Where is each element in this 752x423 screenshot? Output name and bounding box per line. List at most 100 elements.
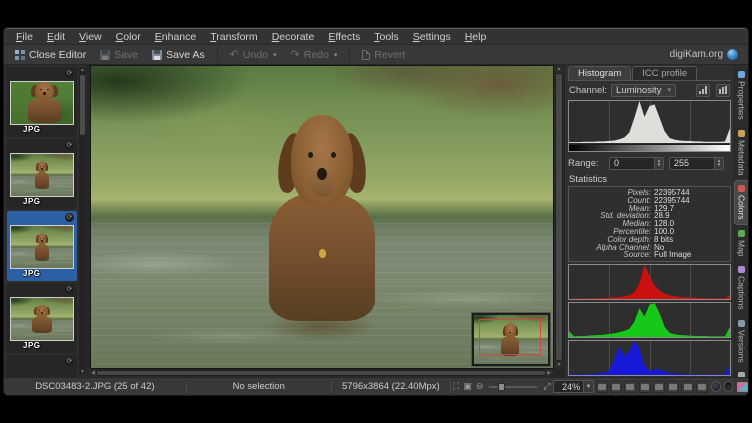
thumbnail-item-4[interactable]: ⟳ JPG [7, 283, 77, 353]
save-as-icon [152, 50, 162, 60]
save-as-label: Save As [166, 49, 205, 61]
preview-mode-button-5[interactable] [653, 381, 665, 393]
fit-to-window-icon[interactable]: ⛶ [453, 381, 459, 392]
preview-mode-button-8[interactable] [696, 381, 708, 393]
spinner-arrows-icon[interactable]: ▲▼ [714, 158, 723, 169]
tab-properties[interactable]: Properties [735, 67, 748, 124]
vertical-scrollbar[interactable]: ▲ ▼ [554, 65, 564, 369]
preview-mode-button-7[interactable] [681, 381, 693, 393]
zoom-slider[interactable] [489, 386, 537, 388]
digikam-editor-window: File Edit View Color Enhance Transform D… [4, 28, 748, 395]
channel-value: Luminosity [616, 85, 661, 96]
red-channel-histogram [568, 264, 731, 300]
thumbnail-item-3-selected[interactable]: ⟳ JPG [7, 211, 77, 281]
preview-mode-button-4[interactable] [639, 381, 651, 393]
tab-metadata[interactable]: Metadata [735, 126, 748, 179]
undo-dropdown-icon[interactable]: ▾ [273, 51, 277, 59]
tab-histogram[interactable]: Histogram [568, 66, 631, 80]
visible-region-rectangle[interactable] [479, 319, 541, 355]
redo-button[interactable]: ↷ Redo ▾ [286, 48, 343, 62]
menu-settings[interactable]: Settings [407, 30, 457, 44]
digikam-brand: digiKam.org [670, 49, 742, 60]
thumbnail-scrollbar[interactable]: ▲ ▼ [79, 67, 86, 375]
menu-tools[interactable]: Tools [368, 30, 405, 44]
horizontal-scrollbar[interactable]: ◀ ▶ [88, 369, 554, 377]
save-icon [100, 50, 110, 60]
scrollbar-thumb[interactable] [96, 370, 546, 376]
scroll-down-icon[interactable]: ▼ [554, 361, 564, 369]
logarithmic-scale-button[interactable] [716, 84, 730, 97]
save-label: Save [114, 49, 138, 61]
format-badge: JPG [23, 125, 41, 134]
toolbar-separator [349, 48, 350, 62]
preview-mode-button-1[interactable] [596, 381, 608, 393]
channel-select[interactable]: Luminosity ▾ [611, 84, 676, 97]
preview-mode-button-6[interactable] [667, 381, 679, 393]
save-button[interactable]: Save [95, 48, 143, 62]
thumbnail-item-2[interactable]: ⟳ JPG [7, 139, 77, 209]
luminosity-histogram[interactable] [568, 100, 731, 152]
menubar: File Edit View Color Enhance Transform D… [4, 29, 748, 45]
globe-icon[interactable] [727, 49, 738, 60]
spinner-arrows-icon[interactable]: ▲▼ [654, 158, 663, 169]
menu-transform[interactable]: Transform [204, 30, 263, 44]
statusbar: DSC03483-2.JPG (25 of 42) No selection 5… [4, 377, 748, 395]
properties-icon [738, 71, 745, 78]
fit-to-selection-icon[interactable]: ▣ [463, 381, 472, 392]
undo-button[interactable]: ↶ Undo ▾ [225, 48, 282, 62]
save-as-button[interactable]: Save As [147, 48, 210, 62]
versions-icon [738, 320, 745, 327]
close-editor-button[interactable]: Close Editor [10, 48, 91, 62]
menu-enhance[interactable]: Enhance [149, 30, 202, 44]
revert-button[interactable]: Revert [357, 48, 410, 62]
overexposure-indicator-button[interactable] [724, 381, 734, 392]
menu-effects[interactable]: Effects [322, 30, 366, 44]
linear-scale-button[interactable] [696, 84, 710, 97]
menu-edit[interactable]: Edit [41, 30, 71, 44]
thumbnail-bar: ⟳ JPG ⟳ JPG ⟳ [4, 65, 88, 377]
panel-tabs: Histogram ICC profile [568, 66, 731, 81]
tab-colors[interactable]: Colors [735, 181, 748, 224]
zoom-slider-handle[interactable] [498, 383, 505, 391]
zoom-out-icon[interactable]: ⊖ [476, 381, 484, 392]
thumbnail-image [10, 153, 74, 197]
menu-file[interactable]: File [10, 30, 39, 44]
range-max-spinbox[interactable]: 255 ▲▼ [669, 157, 724, 170]
range-min-spinbox[interactable]: 0 ▲▼ [609, 157, 664, 170]
statistics-title: Statistics [569, 174, 731, 185]
menu-color[interactable]: Color [110, 30, 147, 44]
format-badge: JPG [23, 341, 41, 350]
scroll-up-icon[interactable]: ▲ [554, 65, 564, 73]
zoom-in-icon[interactable]: ⤢ [543, 381, 550, 392]
revert-icon [362, 50, 370, 60]
pan-navigation-overlay[interactable] [472, 313, 550, 366]
tab-map[interactable]: Map [735, 226, 748, 261]
right-sidebar-tabs: Properties Metadata Colors Map Captions … [734, 65, 748, 377]
toolbar-separator [217, 48, 218, 62]
sync-icon: ⟳ [65, 357, 74, 366]
thumbnail-item-5[interactable]: ⟳ [7, 355, 77, 377]
revert-label: Revert [374, 49, 405, 61]
blue-channel-histogram [568, 340, 731, 376]
tab-captions[interactable]: Captions [735, 262, 748, 314]
tab-icc-profile[interactable]: ICC profile [632, 66, 697, 80]
menu-decorate[interactable]: Decorate [266, 30, 321, 44]
image-viewport[interactable] [90, 65, 554, 369]
zoom-percent-field[interactable]: 24% [553, 380, 585, 393]
menu-help[interactable]: Help [459, 30, 493, 44]
thumbnail-item-1[interactable]: ⟳ JPG [7, 67, 77, 137]
scroll-up-icon[interactable]: ▲ [79, 67, 86, 73]
scrollbar-thumb[interactable] [555, 73, 563, 361]
preview-mode-button-3[interactable] [624, 381, 636, 393]
color-managed-view-icon[interactable] [737, 382, 748, 392]
scroll-right-icon[interactable]: ▶ [544, 369, 554, 377]
preview-mode-button-2[interactable] [610, 381, 622, 393]
tab-versions[interactable]: Versions [735, 316, 748, 367]
scrollbar-thumb[interactable] [80, 75, 85, 135]
zoom-dropdown-icon[interactable]: ▼ [584, 380, 594, 393]
scroll-down-icon[interactable]: ▼ [79, 369, 86, 375]
underexposure-indicator-button[interactable] [711, 381, 721, 392]
redo-dropdown-icon[interactable]: ▾ [334, 51, 338, 59]
menu-view[interactable]: View [73, 30, 108, 44]
redo-icon: ↷ [291, 50, 300, 60]
